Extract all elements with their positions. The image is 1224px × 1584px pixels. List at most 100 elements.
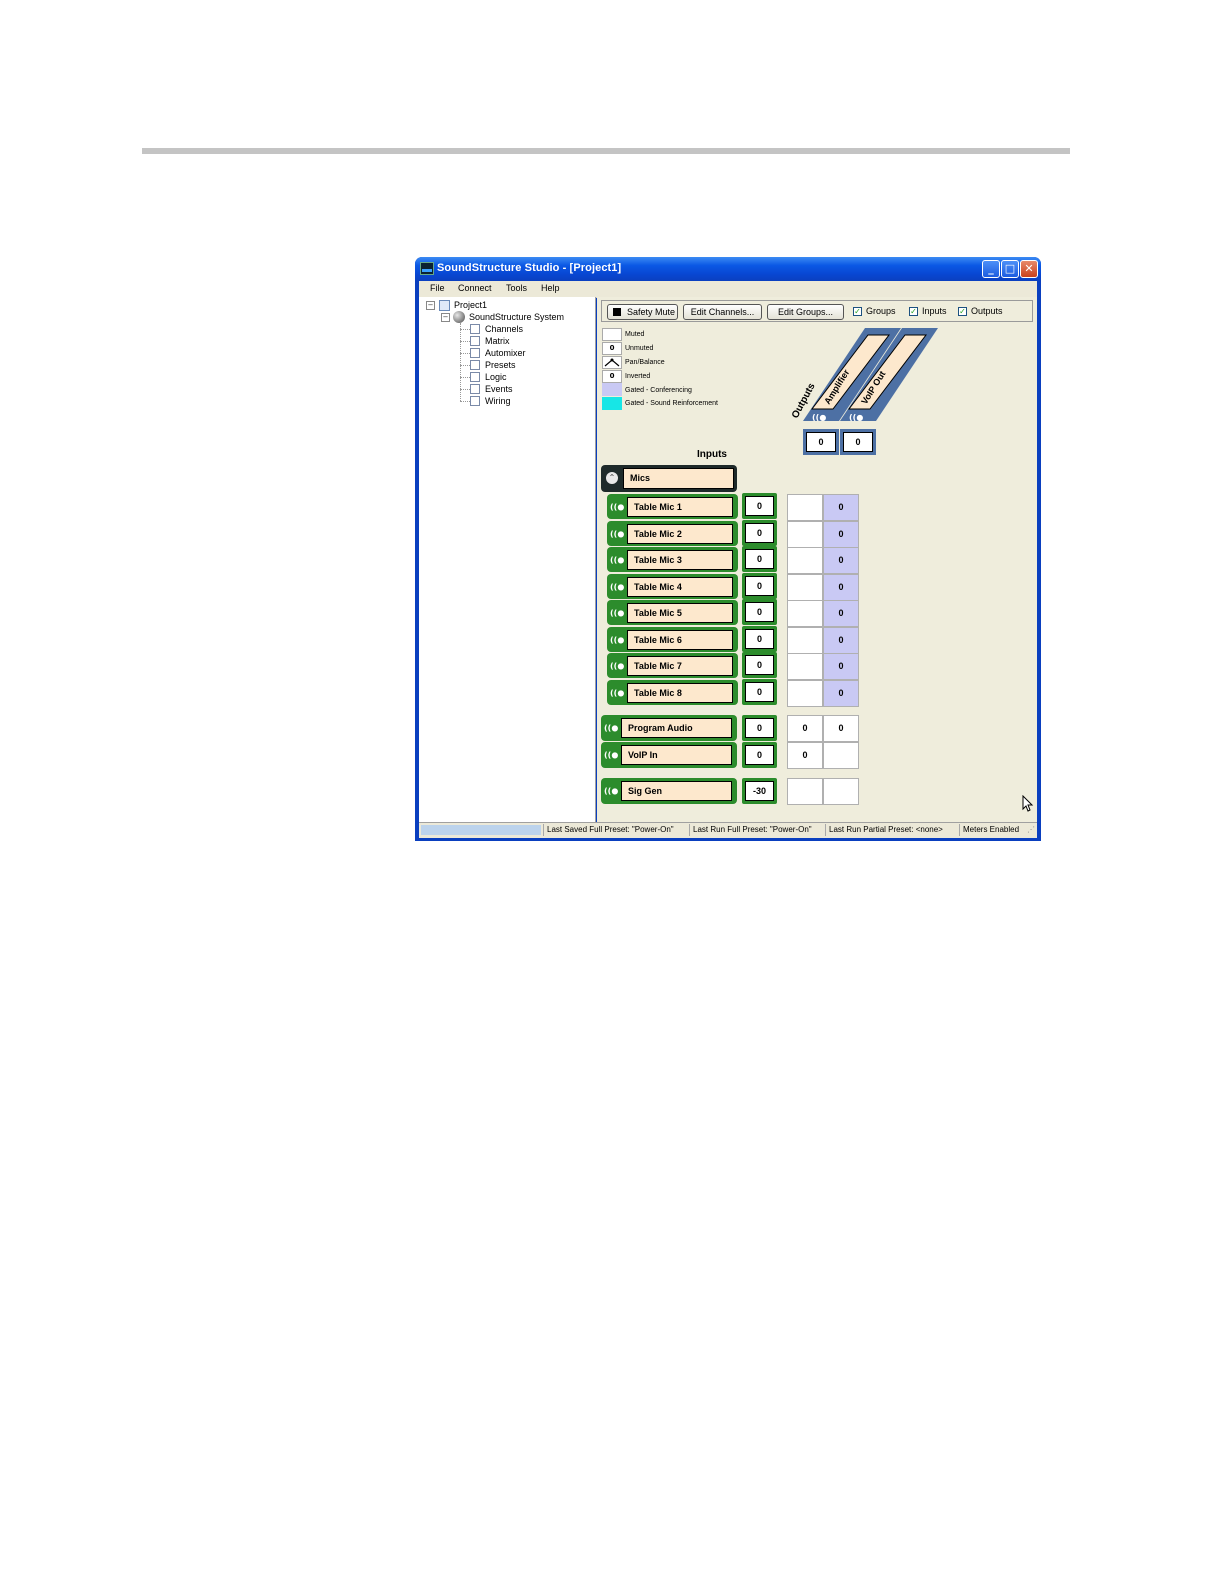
input-row-voip-in[interactable]: ((● VoIP In: [601, 742, 737, 768]
outputs-checkbox[interactable]: ✓: [958, 307, 967, 316]
system-icon: [453, 311, 465, 323]
status-last-run: Last Run Full Preset: "Power-On": [689, 824, 825, 836]
input-gain-value[interactable]: 0: [745, 602, 774, 622]
tree-project[interactable]: Project1: [454, 299, 487, 311]
tree-presets[interactable]: Presets: [485, 359, 516, 371]
input-gain-value[interactable]: 0: [745, 745, 774, 765]
tree-system[interactable]: SoundStructure System: [469, 311, 564, 323]
input-gain[interactable]: 0: [742, 493, 777, 519]
collapse-icon[interactable]: −: [426, 301, 435, 310]
tree-wiring[interactable]: Wiring: [485, 395, 511, 407]
input-row[interactable]: ((● Table Mic 4: [607, 574, 738, 599]
tree-events[interactable]: Events: [485, 383, 513, 395]
tree-automixer[interactable]: Automixer: [485, 347, 526, 359]
input-row-program-audio[interactable]: ((● Program Audio: [601, 715, 737, 741]
speaker-icon: ((●: [604, 723, 619, 733]
crosspoint-amplifier[interactable]: [787, 778, 823, 805]
input-gain[interactable]: 0: [742, 546, 777, 572]
input-row-sig-gen[interactable]: ((● Sig Gen: [601, 778, 737, 804]
crosspoint-voip-out[interactable]: 0: [823, 547, 859, 574]
crosspoint-amplifier[interactable]: [787, 653, 823, 680]
mouse-cursor-icon: [1022, 795, 1034, 812]
input-gain[interactable]: 0: [742, 679, 777, 705]
minimize-icon[interactable]: _: [982, 260, 1000, 278]
input-gain[interactable]: 0: [742, 742, 777, 768]
inputs-label: Inputs: [922, 306, 947, 316]
crosspoint-amplifier[interactable]: 0: [787, 742, 823, 769]
close-icon[interactable]: ✕: [1020, 260, 1038, 278]
amplifier-gain-value[interactable]: 0: [806, 432, 836, 452]
menu-connect[interactable]: Connect: [458, 283, 492, 293]
groups-label: Groups: [866, 306, 896, 316]
input-row[interactable]: ((● Table Mic 5: [607, 600, 738, 625]
resize-grip-icon[interactable]: ⋰: [1027, 825, 1035, 834]
crosspoint-voip-out[interactable]: 0: [823, 494, 859, 521]
collapse-group-icon[interactable]: ⌃: [606, 472, 618, 484]
input-gain[interactable]: 0: [742, 520, 777, 546]
crosspoint-voip-out[interactable]: 0: [823, 680, 859, 707]
collapse-icon[interactable]: −: [441, 313, 450, 322]
crosspoint-amplifier[interactable]: [787, 627, 823, 654]
input-gain[interactable]: 0: [742, 652, 777, 678]
status-bar: Last Saved Full Preset: "Power-On" Last …: [419, 822, 1037, 838]
crosspoint-amplifier[interactable]: [787, 521, 823, 548]
input-gain-value[interactable]: -30: [745, 781, 774, 801]
crosspoint-voip-out[interactable]: [823, 778, 859, 805]
input-row[interactable]: ((● Table Mic 7: [607, 653, 738, 678]
input-gain-value[interactable]: 0: [745, 523, 774, 543]
input-gain-value[interactable]: 0: [745, 496, 774, 516]
crosspoint-voip-out[interactable]: 0: [823, 627, 859, 654]
input-gain[interactable]: -30: [742, 778, 777, 804]
crosspoint-voip-out[interactable]: [823, 742, 859, 769]
input-gain-value[interactable]: 0: [745, 576, 774, 596]
crosspoint-amplifier[interactable]: [787, 574, 823, 601]
input-gain-value[interactable]: 0: [745, 682, 774, 702]
crosspoint-voip-out[interactable]: 0: [823, 574, 859, 601]
input-gain-value[interactable]: 0: [745, 718, 774, 738]
input-row[interactable]: ((● Table Mic 2: [607, 521, 738, 546]
input-row[interactable]: ((● Table Mic 6: [607, 627, 738, 652]
safety-mute-button[interactable]: Safety Mute: [607, 304, 678, 320]
edit-channels-button[interactable]: Edit Channels...: [683, 304, 762, 320]
input-gain[interactable]: 0: [742, 599, 777, 625]
tree-matrix[interactable]: Matrix: [485, 335, 510, 347]
crosspoint-voip-out[interactable]: 0: [823, 715, 859, 742]
edit-groups-button[interactable]: Edit Groups...: [767, 304, 844, 320]
input-gain-value[interactable]: 0: [745, 629, 774, 649]
crosspoint-voip-out[interactable]: 0: [823, 653, 859, 680]
input-gain[interactable]: 0: [742, 626, 777, 652]
input-row[interactable]: ((● Table Mic 3: [607, 547, 738, 572]
groups-checkbox[interactable]: ✓: [853, 307, 862, 316]
input-gain[interactable]: 0: [742, 573, 777, 599]
input-row[interactable]: ((● Table Mic 8: [607, 680, 738, 705]
input-label: Program Audio: [621, 718, 732, 738]
crosspoint-voip-out[interactable]: 0: [823, 521, 859, 548]
app-window: SoundStructure Studio - [Project1] _ □ ✕…: [415, 257, 1041, 841]
menu-file[interactable]: File: [430, 283, 445, 293]
maximize-icon[interactable]: □: [1001, 260, 1019, 278]
input-label: Table Mic 4: [627, 577, 733, 597]
crosspoint-voip-out[interactable]: 0: [823, 600, 859, 627]
crosspoint-amplifier[interactable]: [787, 600, 823, 627]
input-gain[interactable]: 0: [742, 715, 777, 741]
input-gain-value[interactable]: 0: [745, 549, 774, 569]
crosspoint-amplifier[interactable]: [787, 494, 823, 521]
inputs-checkbox[interactable]: ✓: [909, 307, 918, 316]
crosspoint-amplifier[interactable]: 0: [787, 715, 823, 742]
tree-channels[interactable]: Channels: [485, 323, 523, 335]
menu-help[interactable]: Help: [541, 283, 560, 293]
group-mics[interactable]: ⌃ Mics: [601, 465, 737, 492]
crosspoint-amplifier[interactable]: [787, 547, 823, 574]
tree-logic[interactable]: Logic: [485, 371, 507, 383]
input-label: Table Mic 1: [627, 497, 733, 517]
speaker-icon: ((●: [610, 502, 625, 511]
presets-icon: [470, 360, 480, 370]
crosspoint-amplifier[interactable]: [787, 680, 823, 707]
amplifier-gain[interactable]: 0: [803, 429, 839, 455]
input-gain-value[interactable]: 0: [745, 655, 774, 675]
wiring-icon: [470, 396, 480, 406]
voip-out-gain-value[interactable]: 0: [843, 432, 873, 452]
voip-out-gain[interactable]: 0: [840, 429, 876, 455]
menu-tools[interactable]: Tools: [506, 283, 527, 293]
input-row[interactable]: ((● Table Mic 1: [607, 494, 738, 519]
